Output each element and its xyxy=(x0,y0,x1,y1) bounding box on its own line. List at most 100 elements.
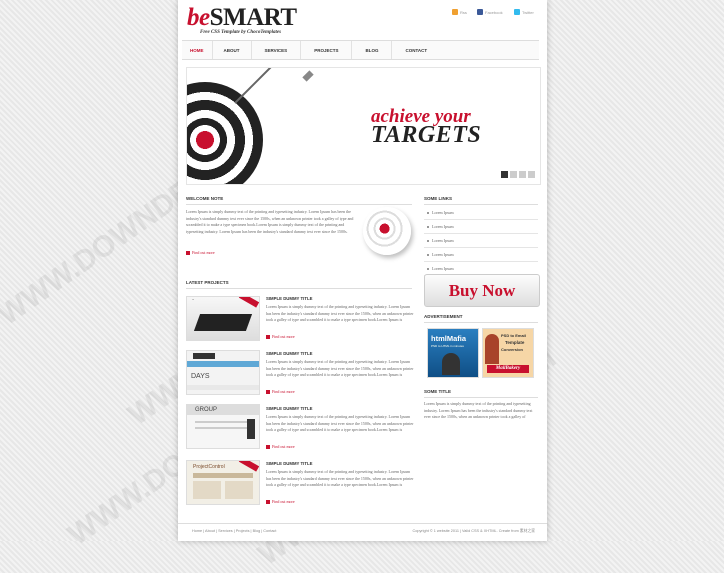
social-label: Twitter xyxy=(522,9,534,15)
project-title[interactable]: SIMPLE DUMMY TITLE xyxy=(266,351,312,356)
projects-title: LATEST PROJECTS xyxy=(186,280,229,285)
arrow-bullet-icon xyxy=(266,444,270,449)
social-label: Rss xyxy=(460,9,467,15)
divider xyxy=(424,322,538,323)
some-title-heading: SOME TITLE xyxy=(424,389,451,394)
arrow-fletching xyxy=(302,70,314,82)
project-text: Lorem Ipsum is simply dummy text of the … xyxy=(266,469,414,487)
ad-banner-htmlmafia[interactable]: htmlMafia PSD to HTML in minutes xyxy=(427,328,479,378)
some-links-list: Lorem Ipsum Lorem Ipsum Lorem Ipsum Lore… xyxy=(424,206,538,276)
project-image-4[interactable]: ProjectControl xyxy=(186,460,260,505)
footer: Home | About | Services | Projects | Blo… xyxy=(178,523,547,542)
some-title-text: Lorem Ipsum is simply dummy text of the … xyxy=(424,401,533,419)
arrow-bullet-icon xyxy=(266,499,270,504)
nav-item-blog[interactable]: BLOG xyxy=(352,41,393,59)
logo-be: be xyxy=(187,4,210,31)
footer-link-about[interactable]: About xyxy=(205,529,215,533)
project-image-3[interactable]: GROUP xyxy=(186,404,260,449)
nav-item-projects[interactable]: PROJECTS xyxy=(301,41,353,59)
arrow-bullet-icon xyxy=(266,334,270,339)
slider-dot[interactable] xyxy=(510,171,517,178)
advertisement-title: ADVERTISEMENT xyxy=(424,314,463,319)
project-title[interactable]: SIMPLE DUMMY TITLE xyxy=(266,296,312,301)
link-label: Lorem Ipsum xyxy=(432,252,454,257)
target-image xyxy=(187,82,263,184)
bullet-icon xyxy=(427,225,429,228)
slider-dot[interactable] xyxy=(501,171,508,178)
sidebar-link[interactable]: Lorem Ipsum xyxy=(424,220,538,234)
link-label: Lorem Ipsum xyxy=(432,210,454,215)
sidebar-link[interactable]: Lorem Ipsum xyxy=(424,248,538,262)
ad1-brand: htmlMafia xyxy=(431,334,467,343)
ad2-line3: Conversion xyxy=(501,347,524,352)
link-label: Lorem Ipsum xyxy=(432,266,454,271)
more-link-label: Find out more xyxy=(272,334,295,339)
more-link-label: Find out more xyxy=(192,250,215,255)
logo-smart: SMART xyxy=(209,4,297,31)
welcome-title: WELCOME NOTE xyxy=(186,196,224,201)
slider-dot[interactable] xyxy=(528,171,535,178)
footer-link-home[interactable]: Home xyxy=(192,529,202,533)
target-thumbnail xyxy=(363,207,411,255)
bullet-icon xyxy=(427,211,429,214)
ad2-line2: Template xyxy=(505,340,525,345)
project-image-1[interactable]: ˇ xyxy=(186,296,260,341)
project-text: Lorem Ipsum is simply dummy text of the … xyxy=(266,414,414,432)
ad1-sub: PSD to HTML in minutes xyxy=(431,344,464,348)
nav-item-contact[interactable]: CONTACT xyxy=(392,41,440,59)
social-link-facebook[interactable]: Facebook xyxy=(477,9,503,15)
buy-now-button[interactable]: Buy Now xyxy=(424,274,540,307)
ad-banner-mailbakery[interactable]: PSD to Email Template Conversion MailBak… xyxy=(482,328,534,378)
project-text: Lorem Ipsum is simply dummy text of the … xyxy=(266,359,414,377)
social-link-rss[interactable]: Rss xyxy=(452,9,467,15)
project-more-link[interactable]: Find out more xyxy=(266,334,295,339)
slider-dot[interactable] xyxy=(519,171,526,178)
social-link-twitter[interactable]: Twitter xyxy=(514,9,534,15)
nav-item-home[interactable]: HOME xyxy=(182,41,213,59)
nav-item-services[interactable]: SERVICES xyxy=(252,41,302,59)
project-more-link[interactable]: Find out more xyxy=(266,499,295,504)
more-link-label: Find out more xyxy=(272,444,295,449)
arrow-bullet-icon xyxy=(186,250,190,255)
project-image-2[interactable]: DAYS xyxy=(186,350,260,395)
link-label: Lorem Ipsum xyxy=(432,224,454,229)
rss-icon xyxy=(452,9,458,15)
sidebar-link[interactable]: Lorem Ipsum xyxy=(424,234,538,248)
bullet-icon xyxy=(427,239,429,242)
divider xyxy=(186,204,412,205)
bullet-icon xyxy=(427,267,429,270)
nav-item-about[interactable]: ABOUT xyxy=(213,41,252,59)
footer-link-services[interactable]: Services xyxy=(218,529,233,533)
footer-nav: Home | About | Services | Projects | Blo… xyxy=(192,529,277,533)
facebook-icon xyxy=(477,9,483,15)
welcome-text: Lorem Ipsum is simply dummy text of the … xyxy=(186,209,354,234)
more-link-label: Find out more xyxy=(272,389,295,394)
project-title[interactable]: SIMPLE DUMMY TITLE xyxy=(266,406,312,411)
project-text: Lorem Ipsum is simply dummy text of the … xyxy=(266,304,414,322)
divider xyxy=(186,288,412,289)
footer-link-blog[interactable]: Blog xyxy=(253,529,261,533)
bullet-icon xyxy=(427,253,429,256)
social-label: Facebook xyxy=(485,9,503,15)
link-label: Lorem Ipsum xyxy=(432,238,454,243)
footer-link-contact[interactable]: Contact xyxy=(263,529,276,533)
divider xyxy=(424,397,538,398)
more-link-label: Find out more xyxy=(272,499,295,504)
hero-slider[interactable]: achieve your TARGETS xyxy=(186,67,541,185)
arrow-bullet-icon xyxy=(266,389,270,394)
project-more-link[interactable]: Find out more xyxy=(266,444,295,449)
project-more-link[interactable]: Find out more xyxy=(266,389,295,394)
project-title[interactable]: SIMPLE DUMMY TITLE xyxy=(266,461,312,466)
ad2-brand: MailBakery xyxy=(487,365,529,373)
welcome-more-link[interactable]: Find out more xyxy=(186,250,215,255)
main-nav: HOME ABOUT SERVICES PROJECTS BLOG CONTAC… xyxy=(182,40,539,60)
sidebar-link[interactable]: Lorem Ipsum xyxy=(424,206,538,220)
site-tagline: Free CSS Template by ChocoTemplates xyxy=(200,30,282,35)
some-links-title: SOME LINKS xyxy=(424,196,453,201)
footer-link-projects[interactable]: Projects xyxy=(236,529,250,533)
hero-headline-line2: TARGETS xyxy=(371,122,482,148)
divider xyxy=(424,204,538,205)
slider-pagination xyxy=(501,171,535,178)
ad2-line1: PSD to Email xyxy=(501,333,526,338)
site-logo[interactable]: beSMART xyxy=(187,4,297,32)
